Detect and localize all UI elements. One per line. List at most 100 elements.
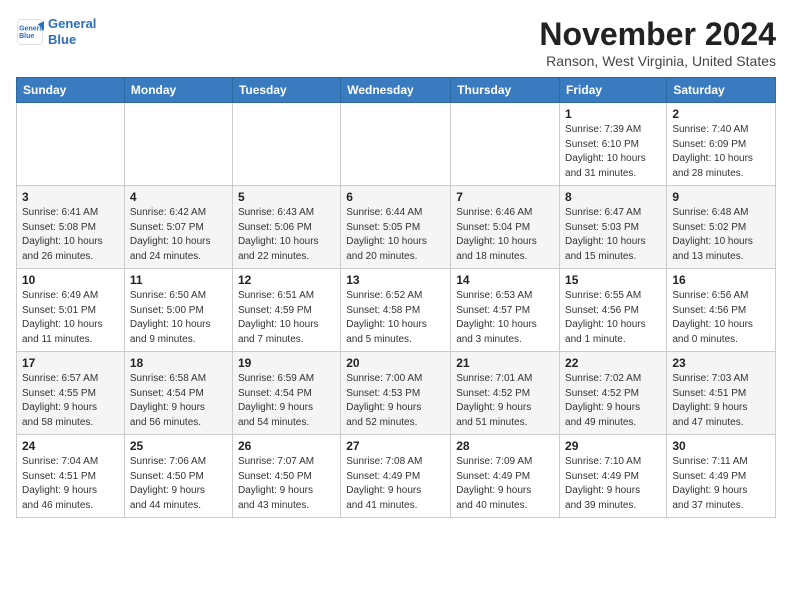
day-number: 29	[565, 439, 661, 453]
day-cell: 12Sunrise: 6:51 AMSunset: 4:59 PMDayligh…	[232, 269, 340, 352]
day-cell: 7Sunrise: 6:46 AMSunset: 5:04 PMDaylight…	[451, 186, 560, 269]
day-info: Sunrise: 7:09 AMSunset: 4:49 PMDaylight:…	[456, 455, 554, 513]
day-number: 14	[456, 273, 554, 287]
day-number: 18	[130, 356, 227, 370]
day-cell: 18 Sunrise: 6:58 AMSunset: 4:54 PMDayligh…	[124, 352, 232, 435]
day-cell: 19Sunrise: 6:59 AMSunset: 4:54 PMDayligh…	[232, 352, 340, 435]
day-info: Sunrise: 7:00 AMSunset: 4:53 PMDaylight:…	[346, 372, 445, 430]
day-cell: 25Sunrise: 7:06 AMSunset: 4:50 PMDayligh…	[124, 435, 232, 518]
week-row-1: 1 Sunrise: 7:39 AMSunset: 6:10 PMDaylight…	[17, 103, 776, 186]
day-cell: 5 Sunrise: 6:43 AMSunset: 5:06 PMDaylight…	[232, 186, 340, 269]
day-info: Sunrise: 7:08 AMSunset: 4:49 PMDaylight:…	[346, 455, 445, 513]
day-info: Sunrise: 6:42 AMSunset: 5:07 PMDaylight:…	[130, 206, 227, 264]
day-info: Sunrise: 6:58 AMSunset: 4:54 PMDaylight:…	[130, 372, 227, 430]
day-cell: 20 Sunrise: 7:00 AMSunset: 4:53 PMDayligh…	[341, 352, 451, 435]
weekday-header-row: SundayMondayTuesdayWednesdayThursdayFrid…	[17, 78, 776, 103]
day-cell: 10 Sunrise: 6:49 AMSunset: 5:01 PMDayligh…	[17, 269, 125, 352]
day-cell: 22 Sunrise: 7:02 AMSunset: 4:52 PMDayligh…	[560, 352, 667, 435]
day-number: 24	[22, 439, 119, 453]
day-cell: 24 Sunrise: 7:04 AMSunset: 4:51 PMDayligh…	[17, 435, 125, 518]
day-info: Sunrise: 7:03 AMSunset: 4:51 PMDaylight:…	[672, 372, 770, 430]
day-cell: 26Sunrise: 7:07 AMSunset: 4:50 PMDayligh…	[232, 435, 340, 518]
day-info: Sunrise: 6:41 AMSunset: 5:08 PMDaylight:…	[22, 206, 119, 264]
day-cell: 13 Sunrise: 6:52 AMSunset: 4:58 PMDayligh…	[341, 269, 451, 352]
day-number: 6	[346, 190, 445, 204]
day-info: Sunrise: 6:52 AMSunset: 4:58 PMDaylight:…	[346, 289, 445, 347]
day-number: 1	[565, 107, 661, 121]
day-cell	[451, 103, 560, 186]
day-cell: 30 Sunrise: 7:11 AMSunset: 4:49 PMDayligh…	[667, 435, 776, 518]
svg-text:Blue: Blue	[19, 33, 34, 40]
day-cell: 2Sunrise: 7:40 AMSunset: 6:09 PMDaylight…	[667, 103, 776, 186]
day-cell: 23 Sunrise: 7:03 AMSunset: 4:51 PMDayligh…	[667, 352, 776, 435]
day-cell: 3 Sunrise: 6:41 AMSunset: 5:08 PMDaylight…	[17, 186, 125, 269]
day-cell: 17 Sunrise: 6:57 AMSunset: 4:55 PMDayligh…	[17, 352, 125, 435]
day-number: 3	[22, 190, 119, 204]
location: Ranson, West Virginia, United States	[539, 53, 776, 69]
day-cell: 1 Sunrise: 7:39 AMSunset: 6:10 PMDaylight…	[560, 103, 667, 186]
day-number: 27	[346, 439, 445, 453]
day-cell: 11 Sunrise: 6:50 AMSunset: 5:00 PMDayligh…	[124, 269, 232, 352]
day-number: 30	[672, 439, 770, 453]
day-number: 21	[456, 356, 554, 370]
day-cell: 6 Sunrise: 6:44 AMSunset: 5:05 PMDaylight…	[341, 186, 451, 269]
day-number: 22	[565, 356, 661, 370]
weekday-header-wednesday: Wednesday	[341, 78, 451, 103]
day-number: 15	[565, 273, 661, 287]
day-info: Sunrise: 7:10 AMSunset: 4:49 PMDaylight:…	[565, 455, 661, 513]
day-number: 26	[238, 439, 335, 453]
day-info: Sunrise: 6:47 AMSunset: 5:03 PMDaylight:…	[565, 206, 661, 264]
day-info: Sunrise: 6:55 AMSunset: 4:56 PMDaylight:…	[565, 289, 661, 347]
day-info: Sunrise: 7:01 AMSunset: 4:52 PMDaylight:…	[456, 372, 554, 430]
day-number: 5	[238, 190, 335, 204]
day-info: Sunrise: 7:11 AMSunset: 4:49 PMDaylight:…	[672, 455, 770, 513]
day-info: Sunrise: 6:57 AMSunset: 4:55 PMDaylight:…	[22, 372, 119, 430]
day-info: Sunrise: 7:02 AMSunset: 4:52 PMDaylight:…	[565, 372, 661, 430]
day-number: 23	[672, 356, 770, 370]
month-title: November 2024	[539, 16, 776, 53]
page-header: General Blue General Blue November 2024 …	[16, 16, 776, 69]
weekday-header-sunday: Sunday	[17, 78, 125, 103]
day-cell: 15 Sunrise: 6:55 AMSunset: 4:56 PMDayligh…	[560, 269, 667, 352]
day-info: Sunrise: 7:39 AMSunset: 6:10 PMDaylight:…	[565, 123, 661, 181]
day-cell: 27 Sunrise: 7:08 AMSunset: 4:49 PMDayligh…	[341, 435, 451, 518]
day-number: 20	[346, 356, 445, 370]
logo-text: General Blue	[48, 16, 96, 47]
day-info: Sunrise: 7:06 AMSunset: 4:50 PMDaylight:…	[130, 455, 227, 513]
logo-icon: General Blue	[16, 18, 44, 46]
day-cell	[341, 103, 451, 186]
day-cell: 4 Sunrise: 6:42 AMSunset: 5:07 PMDaylight…	[124, 186, 232, 269]
day-number: 28	[456, 439, 554, 453]
day-number: 17	[22, 356, 119, 370]
day-number: 11	[130, 273, 227, 287]
weekday-header-tuesday: Tuesday	[232, 78, 340, 103]
day-number: 4	[130, 190, 227, 204]
weekday-header-monday: Monday	[124, 78, 232, 103]
day-info: Sunrise: 6:49 AMSunset: 5:01 PMDaylight:…	[22, 289, 119, 347]
day-info: Sunrise: 7:40 AMSunset: 6:09 PMDaylight:…	[672, 123, 770, 181]
title-area: November 2024 Ranson, West Virginia, Uni…	[539, 16, 776, 69]
day-number: 12	[238, 273, 335, 287]
day-cell: 16 Sunrise: 6:56 AMSunset: 4:56 PMDayligh…	[667, 269, 776, 352]
day-number: 10	[22, 273, 119, 287]
day-cell	[232, 103, 340, 186]
logo: General Blue General Blue	[16, 16, 96, 47]
day-number: 13	[346, 273, 445, 287]
day-info: Sunrise: 6:44 AMSunset: 5:05 PMDaylight:…	[346, 206, 445, 264]
day-cell: 14 Sunrise: 6:53 AMSunset: 4:57 PMDayligh…	[451, 269, 560, 352]
day-cell: 29 Sunrise: 7:10 AMSunset: 4:49 PMDayligh…	[560, 435, 667, 518]
day-info: Sunrise: 6:53 AMSunset: 4:57 PMDaylight:…	[456, 289, 554, 347]
day-info: Sunrise: 6:43 AMSunset: 5:06 PMDaylight:…	[238, 206, 335, 264]
day-cell	[17, 103, 125, 186]
day-info: Sunrise: 6:50 AMSunset: 5:00 PMDaylight:…	[130, 289, 227, 347]
day-info: Sunrise: 7:04 AMSunset: 4:51 PMDaylight:…	[22, 455, 119, 513]
day-cell: 21 Sunrise: 7:01 AMSunset: 4:52 PMDayligh…	[451, 352, 560, 435]
day-number: 16	[672, 273, 770, 287]
day-info: Sunrise: 6:56 AMSunset: 4:56 PMDaylight:…	[672, 289, 770, 347]
day-number: 8	[565, 190, 661, 204]
day-info: Sunrise: 6:48 AMSunset: 5:02 PMDaylight:…	[672, 206, 770, 264]
weekday-header-thursday: Thursday	[451, 78, 560, 103]
calendar-table: SundayMondayTuesdayWednesdayThursdayFrid…	[16, 77, 776, 518]
day-info: Sunrise: 6:59 AMSunset: 4:54 PMDaylight:…	[238, 372, 335, 430]
week-row-5: 24 Sunrise: 7:04 AMSunset: 4:51 PMDayligh…	[17, 435, 776, 518]
